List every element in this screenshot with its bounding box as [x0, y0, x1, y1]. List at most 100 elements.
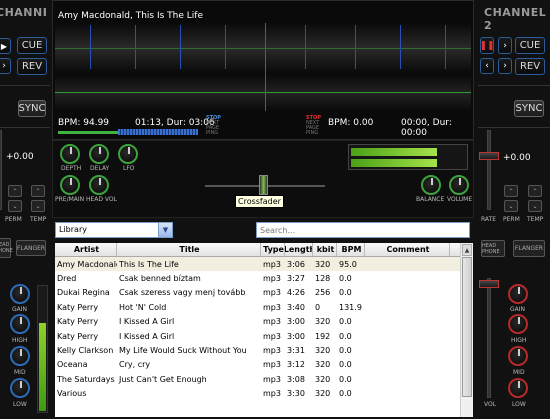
channel1-headphone-button[interactable]: HEAD PHONE: [0, 238, 13, 258]
table-cell: Amy Macdonald: [57, 259, 117, 269]
crossfader-handle[interactable]: [259, 175, 268, 195]
channel1-high-label: HIGH: [12, 337, 28, 344]
table-cell: 320: [315, 317, 331, 327]
channel2-pitch-handle[interactable]: [479, 152, 499, 160]
channel1-rev-button[interactable]: REV: [17, 58, 47, 75]
channel2-flanger-button[interactable]: FLANGER: [513, 240, 545, 257]
col-type[interactable]: Type: [261, 243, 285, 256]
channel2-volume-track[interactable]: [487, 278, 491, 398]
table-row[interactable]: Kelly Clarkson My Life Would Suck Without…: [55, 343, 460, 357]
channel2-pause-button[interactable]: ❚❚: [479, 37, 495, 54]
deck-display: Amy Macdonald, This Is The Life BPM: 94.…: [52, 0, 474, 140]
channel2-high-knob[interactable]: [508, 314, 528, 334]
channel2-gain-knob[interactable]: [508, 284, 528, 304]
deck1-time: 01:13, Dur: 03:06: [135, 118, 215, 128]
table-row[interactable]: Katy Perry Hot 'N' Cold mp3 3:40 0 131.9: [55, 300, 460, 314]
channel2-cue-button[interactable]: CUE: [515, 37, 545, 54]
table-cell: Cry, cry: [119, 360, 151, 370]
deck2-waveform[interactable]: [55, 75, 471, 111]
channel1-low-knob[interactable]: [10, 378, 30, 398]
table-row[interactable]: Dukai Regina Csak szeress vagy menj továb…: [55, 286, 460, 300]
channel2-perm-down[interactable]: ⌄: [504, 200, 518, 212]
depth-knob[interactable]: [60, 144, 80, 164]
col-artist[interactable]: Artist: [55, 243, 117, 256]
table-row[interactable]: Oceana Cry, cry mp3 3:12 320 0.0: [55, 358, 460, 372]
deck1-progress-waveform[interactable]: [58, 129, 198, 135]
channel2-mid-knob[interactable]: [508, 346, 528, 366]
table-row[interactable]: The Saturdays Just Can't Get Enough mp3 3:0…: [55, 372, 460, 386]
table-cell: mp3: [263, 374, 281, 384]
channel2-title: CHANNEL 2: [484, 6, 547, 32]
chevron-left-icon: ‹: [485, 61, 489, 71]
table-cell: mp3: [263, 288, 281, 298]
table-row[interactable]: Katy Perry I Kissed A Girl mp3 3:00 192 0.0: [55, 329, 460, 343]
table-cell: 0.0: [339, 331, 352, 341]
table-row[interactable]: Katy Perry I Kissed A Girl mp3 3:00 320 0.0: [55, 315, 460, 329]
channel2-next2-button[interactable]: ›: [498, 58, 512, 74]
channel1-mid-label: MID: [14, 369, 26, 376]
table-row[interactable]: Dred Csak benned bíztam mp3 3:27 128 0.0: [55, 271, 460, 285]
channel1-high-knob[interactable]: [10, 314, 30, 334]
delay-knob[interactable]: [89, 144, 109, 164]
channel2-low-knob[interactable]: [508, 378, 528, 398]
channel1-perm-up[interactable]: ⌃: [8, 185, 22, 197]
channel1-temp-down[interactable]: ⌄: [31, 200, 45, 212]
col-bpm[interactable]: BPM: [337, 243, 365, 256]
col-comment[interactable]: Comment: [365, 243, 450, 256]
lfo-knob[interactable]: [118, 144, 138, 164]
library-select[interactable]: Library ▼: [55, 222, 173, 238]
table-cell: 0.0: [339, 274, 352, 284]
table-cell: 3:40: [287, 302, 305, 312]
col-title[interactable]: Title: [117, 243, 261, 256]
channel1-next-button[interactable]: ›: [0, 58, 11, 74]
channel2-next-button[interactable]: ›: [498, 37, 512, 54]
channel2-pitch-value: +0.00: [503, 153, 531, 163]
table-cell: I Kissed A Girl: [119, 317, 175, 327]
table-cell: mp3: [263, 389, 281, 399]
library-search-input[interactable]: [256, 222, 470, 238]
headvol-knob[interactable]: [89, 175, 109, 195]
deck2-loop-controls[interactable]: STOP NEXT PAGE PING: [306, 116, 321, 136]
volume-knob[interactable]: [449, 175, 469, 195]
channel2-pitch-track[interactable]: [487, 130, 491, 210]
col-length[interactable]: Length: [285, 243, 313, 256]
channel1-sync-button[interactable]: SYNC: [18, 100, 46, 117]
channel1-temp-up[interactable]: ⌃: [31, 185, 45, 197]
channel2-temp-up[interactable]: ⌃: [528, 185, 542, 197]
channel2-perm-up[interactable]: ⌃: [504, 185, 518, 197]
channel1-gain-knob[interactable]: [10, 284, 30, 304]
channel1-pitch-track[interactable]: [0, 130, 2, 210]
channel1-perm-label: PERM: [5, 216, 22, 223]
scrollbar-thumb[interactable]: [462, 257, 472, 397]
table-cell: 320: [315, 389, 331, 399]
table-cell: mp3: [263, 331, 281, 341]
channel1-cue-button[interactable]: CUE: [17, 37, 47, 54]
chevron-down-icon: ⌄: [12, 202, 18, 210]
chevron-up-icon[interactable]: ▲: [462, 244, 472, 256]
channel2-sync-button[interactable]: SYNC: [514, 100, 544, 117]
deck1-track-title: Amy Macdonald, This Is The Life: [58, 11, 203, 21]
channel2-rev-button[interactable]: REV: [515, 58, 545, 75]
table-cell: Csak szeress vagy menj tovább: [119, 288, 246, 298]
col-kbit[interactable]: kbit: [313, 243, 337, 256]
library-scrollbar[interactable]: ▲: [460, 243, 473, 417]
channel1-flanger-button[interactable]: FLANGER: [16, 240, 46, 256]
channel2-temp-down[interactable]: ⌄: [528, 200, 542, 212]
balance-knob[interactable]: [421, 175, 441, 195]
channel2-rate-label: RATE: [481, 216, 497, 223]
premain-knob[interactable]: [60, 175, 80, 195]
channel2-temp-label: TEMP: [527, 216, 544, 223]
table-cell: Various: [57, 389, 87, 399]
table-row[interactable]: Various mp3 3:30 320 0.0: [55, 387, 460, 401]
deck1-loop-controls[interactable]: STOP NEXT PAGE PING: [206, 116, 221, 136]
channel1-perm-down[interactable]: ⌄: [8, 200, 22, 212]
channel1-mid-knob[interactable]: [10, 346, 30, 366]
table-row[interactable]: Amy Macdonald This Is The Life mp3 3:06 320 9…: [55, 257, 460, 272]
channel2-headphone-button[interactable]: HEAD PHONE: [481, 240, 505, 257]
table-cell: Kelly Clarkson: [57, 346, 114, 356]
channel2-volume-handle[interactable]: [479, 280, 499, 288]
channel2-prev-button[interactable]: ‹: [480, 58, 494, 74]
channel1-play-button[interactable]: ▶: [0, 38, 11, 54]
table-cell: 256: [315, 288, 331, 298]
chevron-right-icon: ›: [503, 61, 507, 71]
